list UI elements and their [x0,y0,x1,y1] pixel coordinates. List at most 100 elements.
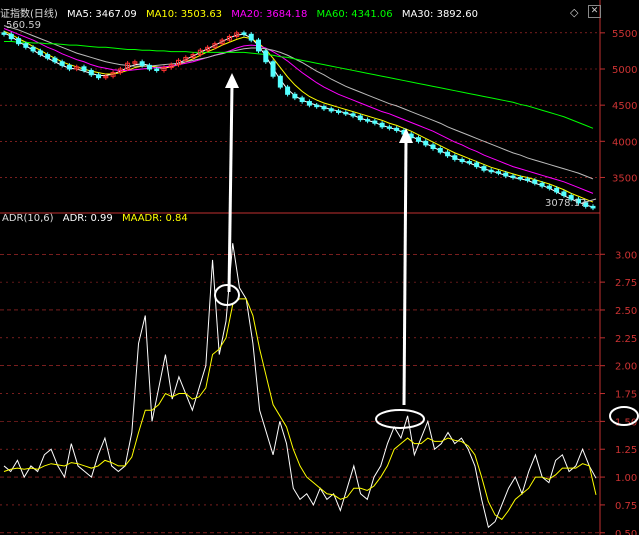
candle-body [546,185,552,189]
candle-body [445,151,451,157]
adr-label: ADR: [62,213,88,224]
adr-axis: 0.500.751.001.251.501.752.002.252.502.75… [600,250,637,535]
candle-body [8,33,14,40]
candle-body [241,32,247,35]
maadr-label: MAADR: [121,213,163,224]
candle-body [285,86,291,95]
candle-body [517,176,523,180]
price-legend: 证指数(日线) MA5: 3467.09 MA10: 3503.63 MA20:… [0,5,484,20]
candle-body [1,32,7,35]
maadr-value: 0.84 [165,213,188,224]
candle-body [263,50,269,63]
ma30-legend: MA30: 3892.60 [402,9,478,20]
candle-body [466,161,472,164]
annotation-circle-peak [214,284,240,306]
price-tick-label: 4000 [612,137,637,148]
candle-body [437,148,443,153]
ma20-value: 3684.18 [265,9,308,20]
candle-body [452,155,458,160]
series-line-adr [3,243,597,529]
adr-tick-label: 0.50 [615,529,637,535]
adr-tick-label: 1.75 [615,390,637,401]
candle-body [415,137,421,142]
price-tick-label: 5500 [612,29,637,40]
adr-tick-label: 0.75 [615,501,637,512]
ma30-value: 3892.60 [436,9,478,20]
candle-body [510,175,516,179]
price-lines [3,25,594,208]
ma5-legend: MA5: 3467.09 [67,9,137,20]
candle-body [81,66,87,71]
adr-grid [0,253,600,534]
candle-body [146,64,152,70]
ma10-label: MA10: [145,9,178,20]
candle-body [386,126,392,129]
candle-body [495,171,501,174]
series-line-ma60 [4,41,594,129]
candle-body [474,162,480,168]
candle-body [256,39,262,52]
candle-body [23,43,29,48]
price-grid [0,32,600,178]
adr-tick-label: 2.25 [615,334,637,345]
high-price-mark: 560.59 [6,20,41,31]
ma60-value: 4341.06 [351,9,393,20]
candle-body [488,169,494,173]
candle-body [16,38,22,45]
candle-body [30,46,36,52]
candle-body [248,33,254,41]
diamond-icon[interactable]: ◇ [570,6,578,19]
candle-body [525,178,531,181]
adr-legend-item: ADR: 0.99 [63,213,113,224]
candle-body [321,106,327,110]
candle-body [539,182,545,187]
candle-body [430,144,436,150]
price-tick-label: 4500 [612,101,637,112]
candle-body [37,50,43,56]
ma5-label: MA5: [67,9,93,20]
ma20-legend: MA20: 3684.18 [231,9,307,20]
candle-body [299,97,305,103]
ma10-legend: MA10: 3503.63 [146,9,222,20]
adr-tick-label: 1.00 [615,473,637,484]
candle-body [88,69,94,76]
price-tick-label: 5000 [612,65,637,76]
candle-body [350,113,356,117]
candle-body [532,179,538,184]
adr-tick-label: 2.00 [615,362,637,373]
candle-body [481,166,487,171]
candle-body [590,205,596,209]
candle-body [314,104,320,108]
series-line-ma30 [3,25,594,180]
candle-body [365,119,371,122]
candle-body [45,54,51,59]
close-icon[interactable]: ✕ [588,5,601,18]
price-axis: 3500 4000 4500 5000 5500 [600,29,637,184]
candle-body [379,122,385,128]
annotation-circle-plateau [375,409,425,429]
candle-body [503,172,509,177]
candle-body [554,187,560,193]
series-line-ma20 [3,28,594,194]
candle-body [270,61,276,77]
adr-tick-label: 1.25 [615,445,637,456]
candle-body [52,57,58,63]
candle-body [292,93,298,99]
candle-body [335,110,341,113]
stock-chart: 35004000450050005500 0.500.751.001.251.5… [0,0,639,535]
ma20-label: MA20: [231,9,263,20]
price-tick-label: 3500 [612,173,637,184]
ma60-legend: MA60: 4341.06 [317,9,393,20]
candle-body [394,127,400,131]
candle-body [423,140,429,146]
ma10-value: 3503.63 [180,9,223,20]
adr-tick-label: 2.50 [615,306,637,317]
candle-body [459,158,465,163]
maadr-legend-item: MAADR: 0.84 [122,213,188,224]
candle-body [372,120,378,124]
low-price-mark: 3078.17 [545,198,586,209]
ma5-value: 3467.09 [95,9,137,20]
candle-body [328,108,334,112]
candle-body [96,74,102,79]
candle-body [154,68,160,71]
